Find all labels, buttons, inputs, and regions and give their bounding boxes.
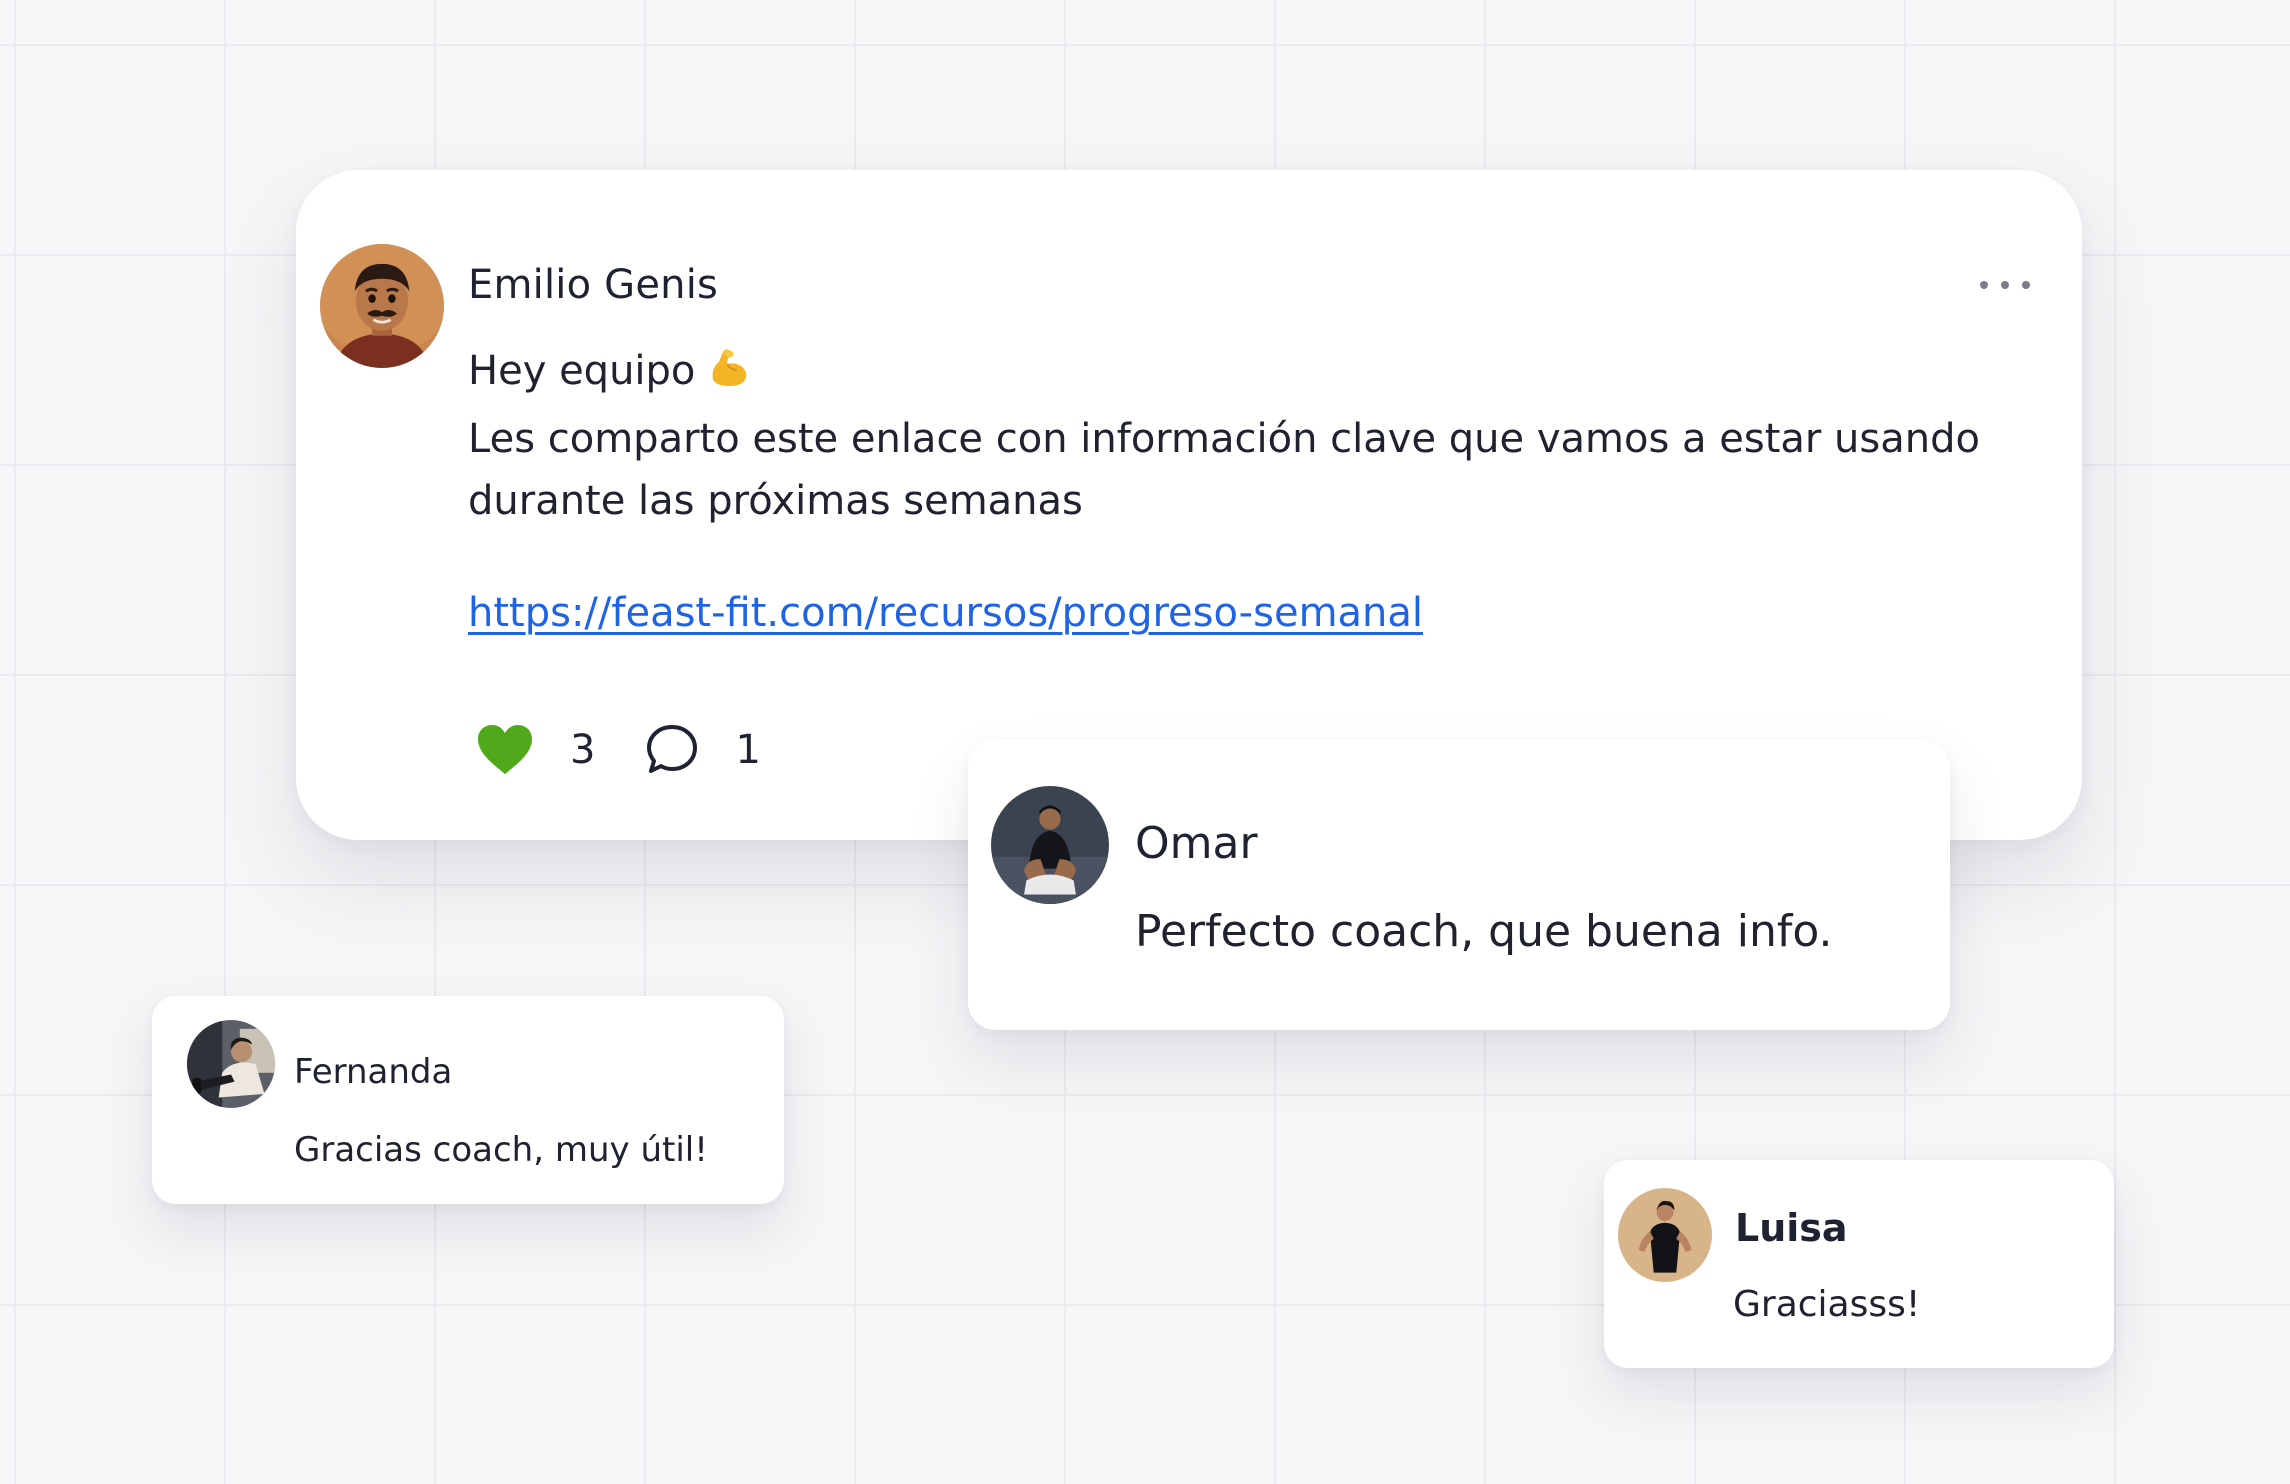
- comment-button[interactable]: 1: [645, 723, 761, 777]
- comment-card-fernanda: Fernanda Gracias coach, muy útil!: [152, 996, 784, 1204]
- avatar[interactable]: [187, 1020, 275, 1108]
- omar-avatar-photo: [991, 786, 1109, 904]
- ellipsis-icon: [2001, 281, 2009, 289]
- avatar[interactable]: [1618, 1188, 1712, 1282]
- post-body: Hey equipo Les comparto este enlace con …: [468, 340, 2028, 532]
- post-message: Les comparto este enlace con información…: [468, 416, 1980, 524]
- post-greeting: Hey equipo: [468, 348, 696, 394]
- post-link[interactable]: https://feast-fit.com/recursos/progreso-…: [468, 590, 1423, 636]
- comment-author-name[interactable]: Fernanda: [294, 1052, 452, 1092]
- speech-bubble-icon: [647, 725, 698, 773]
- heart-icon: [478, 725, 532, 774]
- comment-count: 1: [735, 727, 761, 773]
- like-count: 3: [570, 727, 596, 773]
- comment-author-name[interactable]: Omar: [1135, 818, 1258, 869]
- post-author-name[interactable]: Emilio Genis: [468, 262, 718, 308]
- luisa-avatar-photo: [1618, 1188, 1712, 1282]
- author-avatar-illustration: [320, 244, 444, 368]
- fernanda-avatar-photo: [187, 1020, 275, 1108]
- flexed-biceps-icon: [707, 346, 751, 408]
- comment-text: Graciasss!: [1733, 1284, 1921, 1325]
- post-greeting-line: Hey equipo: [468, 340, 2028, 408]
- like-button[interactable]: 3: [476, 724, 595, 776]
- avatar[interactable]: [991, 786, 1109, 904]
- more-options-button[interactable]: [1980, 270, 2030, 300]
- post-actions: 3 1: [476, 720, 761, 780]
- avatar[interactable]: [320, 244, 444, 368]
- comment-card-omar: Omar Perfecto coach, que buena info.: [968, 740, 1950, 1030]
- ellipsis-icon: [2022, 281, 2030, 289]
- comment-text: Gracias coach, muy útil!: [294, 1130, 708, 1170]
- comment-card-luisa: Luisa Graciasss!: [1604, 1160, 2114, 1368]
- comment-text: Perfecto coach, que buena info.: [1135, 906, 1833, 957]
- comment-author-name[interactable]: Luisa: [1735, 1206, 1848, 1250]
- ellipsis-icon: [1980, 281, 1988, 289]
